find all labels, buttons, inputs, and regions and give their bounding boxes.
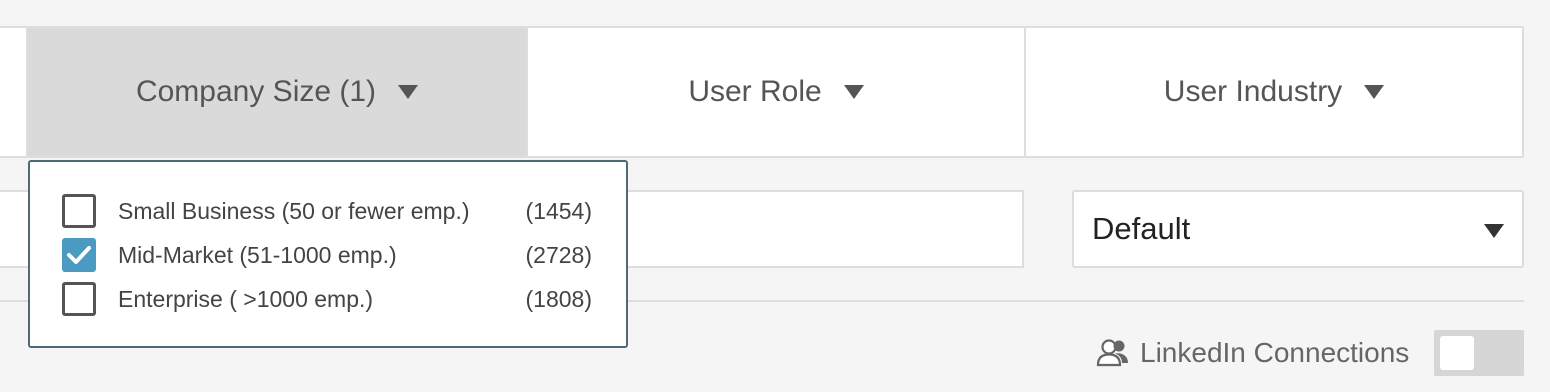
tab-user-industry-label: User Industry bbox=[1163, 75, 1343, 108]
caret-down-icon bbox=[1364, 85, 1385, 99]
caret-down-icon bbox=[398, 85, 419, 99]
checkbox-checked[interactable] bbox=[62, 238, 96, 272]
linkedin-connections-filter: LinkedIn Connections bbox=[1096, 330, 1409, 376]
option-count: (1454) bbox=[525, 197, 592, 224]
company-size-dropdown: Small Business (50 or fewer emp.) (1454)… bbox=[28, 160, 628, 348]
checkmark-icon bbox=[67, 246, 91, 264]
checkbox-unchecked[interactable] bbox=[62, 194, 96, 228]
tab-user-industry[interactable]: User Industry bbox=[1024, 28, 1522, 156]
checkbox-unchecked[interactable] bbox=[62, 282, 96, 316]
tab-user-role-label: User Role bbox=[688, 75, 822, 108]
option-count: (1808) bbox=[525, 285, 592, 312]
tab-user-role[interactable]: User Role bbox=[526, 28, 1024, 156]
tab-previous-filter[interactable] bbox=[0, 28, 26, 156]
filter-tab-bar: Company Size (1) User Role User Industry bbox=[0, 26, 1524, 158]
tab-company-size[interactable]: Company Size (1) bbox=[26, 28, 526, 156]
company-size-option[interactable]: Mid-Market (51-1000 emp.) (2728) bbox=[30, 233, 626, 277]
review-filters: Company Size (1) User Role User Industry… bbox=[0, 0, 1550, 392]
sort-selected-value: Default bbox=[1092, 211, 1191, 246]
caret-down-icon bbox=[843, 85, 864, 99]
linkedin-connections-label: LinkedIn Connections bbox=[1140, 337, 1410, 368]
option-label: Enterprise ( >1000 emp.) bbox=[118, 285, 374, 312]
tab-company-size-label: Company Size (1) bbox=[135, 75, 377, 108]
company-size-option[interactable]: Small Business (50 or fewer emp.) (1454) bbox=[30, 189, 626, 233]
option-label: Mid-Market (51-1000 emp.) bbox=[118, 241, 397, 268]
people-icon bbox=[1096, 339, 1128, 367]
toggle-knob bbox=[1440, 336, 1474, 370]
linkedin-connections-toggle[interactable] bbox=[1434, 330, 1524, 376]
company-size-option[interactable]: Enterprise ( >1000 emp.) (1808) bbox=[30, 277, 626, 321]
sort-select[interactable]: Default bbox=[1072, 190, 1524, 268]
option-count: (2728) bbox=[525, 241, 592, 268]
option-label: Small Business (50 or fewer emp.) bbox=[118, 197, 470, 224]
caret-down-icon bbox=[1484, 224, 1504, 238]
